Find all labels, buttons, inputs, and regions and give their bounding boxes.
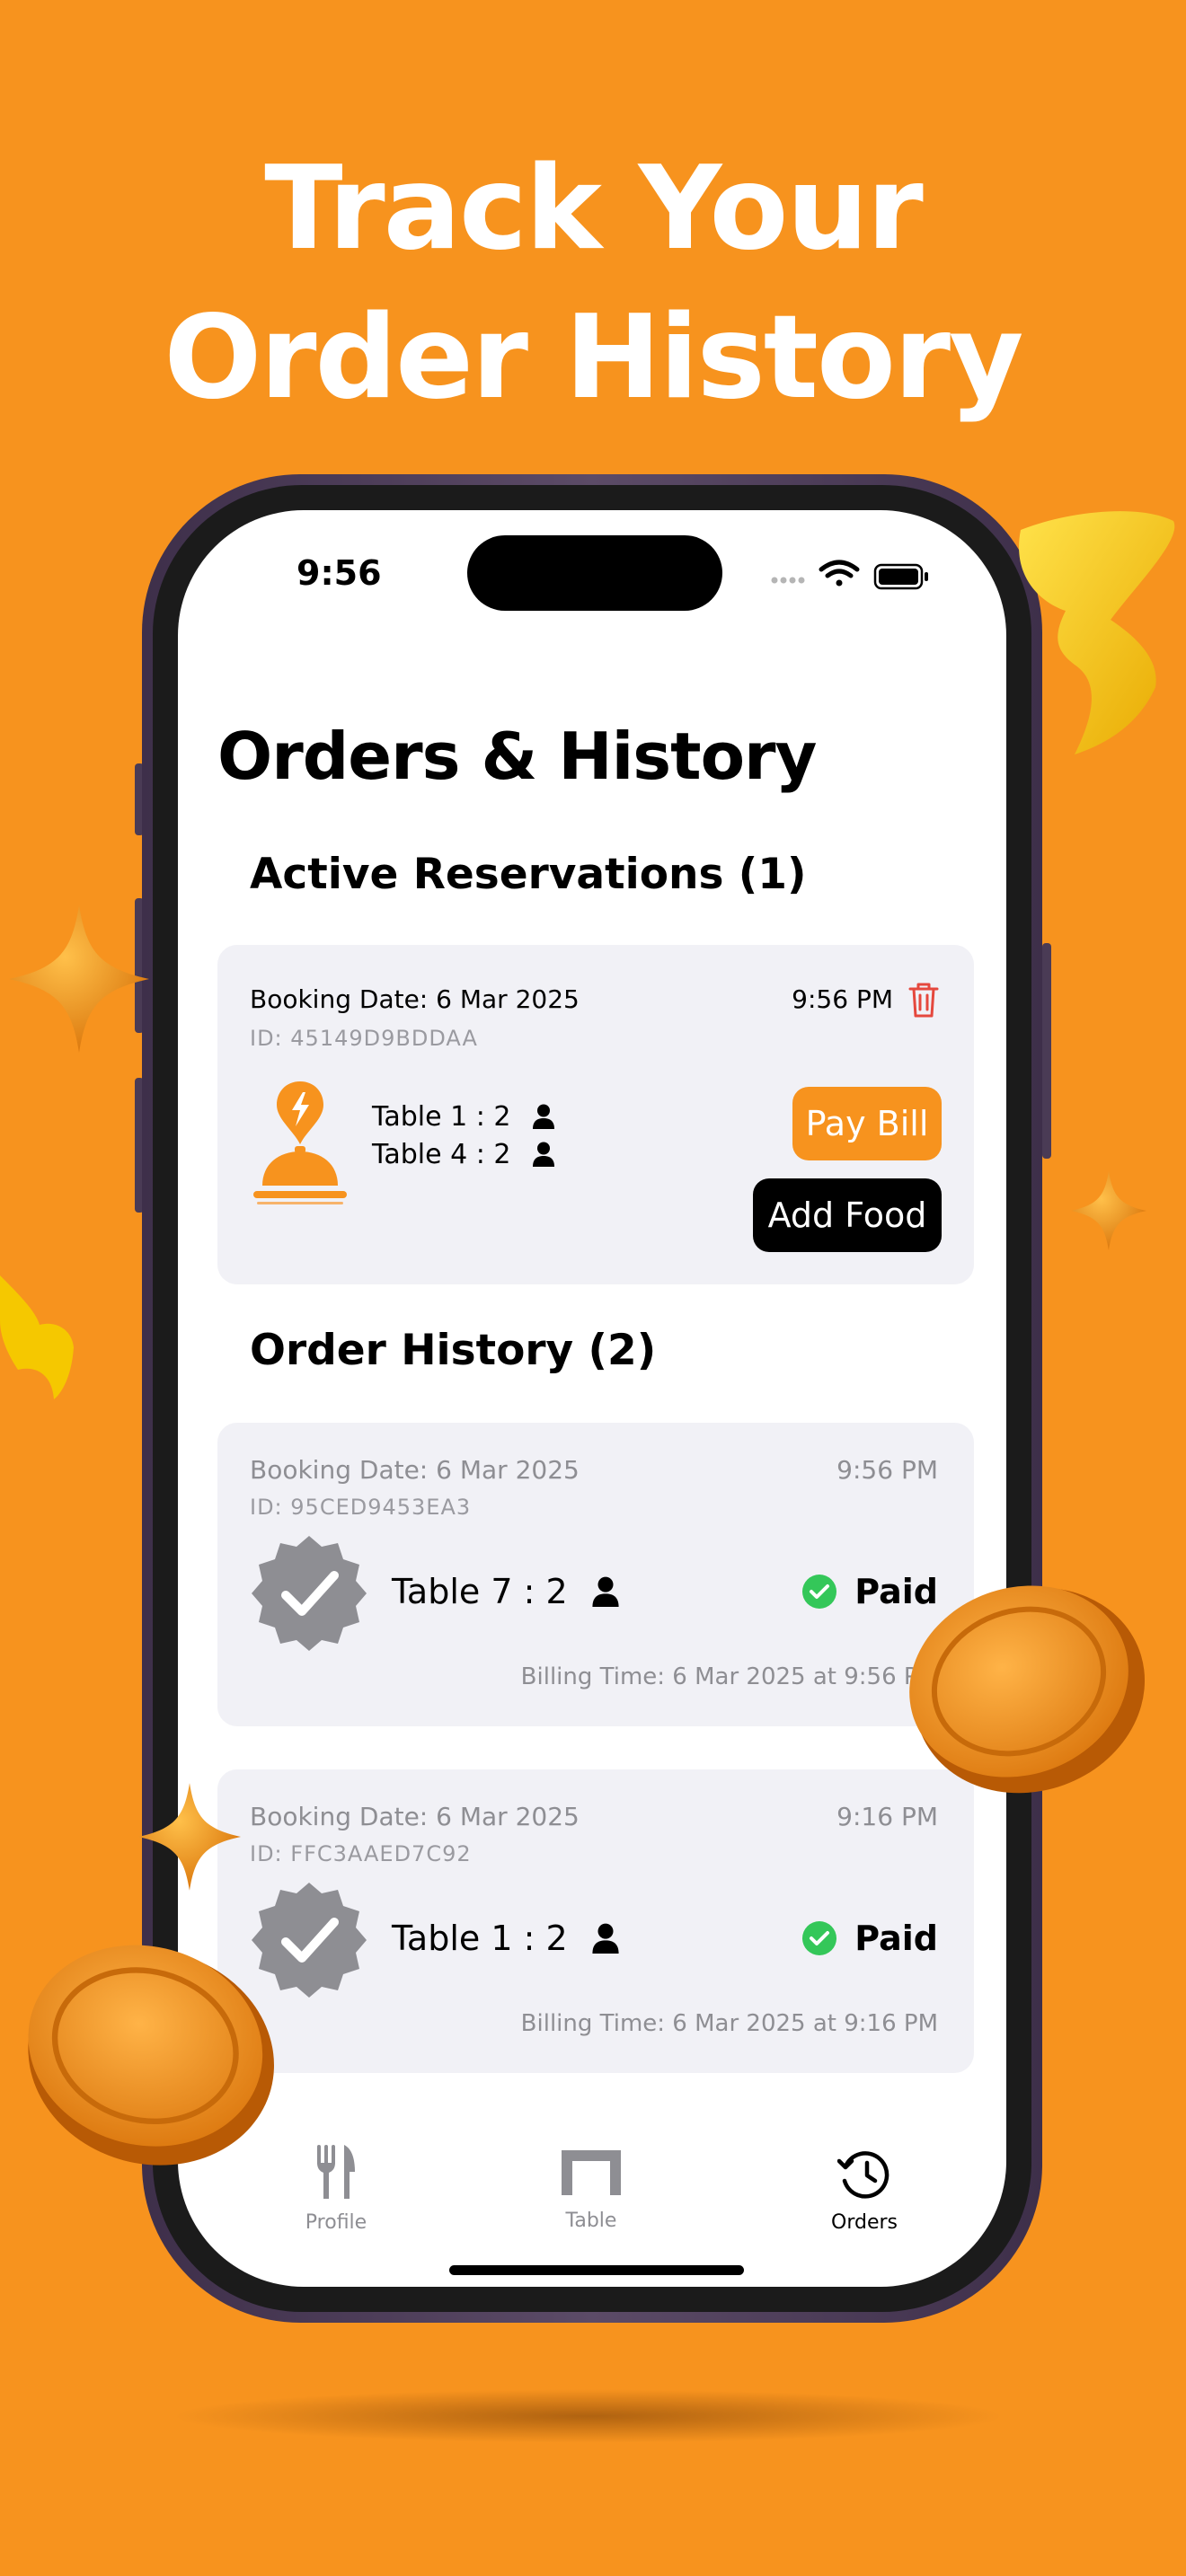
sparkle-decoration-icon bbox=[9, 905, 149, 1056]
table-label: Table 1 : 2 bbox=[392, 1919, 568, 1958]
table-row: Table 1 : 2 bbox=[372, 1098, 555, 1135]
booking-date: Booking Date: 6 Mar 2025 bbox=[250, 984, 580, 1014]
home-indicator bbox=[449, 2265, 744, 2275]
checkmark-circle-icon bbox=[802, 1575, 837, 1609]
signal-icon bbox=[771, 577, 805, 584]
order-history-title: Order History (2) bbox=[250, 1326, 657, 1375]
headline: Track Your Order History bbox=[0, 135, 1186, 433]
battery-icon bbox=[873, 563, 928, 590]
order-table: Table 7 : 2 bbox=[392, 1572, 620, 1611]
table-label: Table 1 : 2 bbox=[372, 1100, 511, 1133]
verified-badge-icon bbox=[250, 1534, 368, 1656]
checkmark-circle-icon bbox=[802, 1921, 837, 1955]
delete-button[interactable] bbox=[907, 981, 940, 1019]
wifi-icon bbox=[819, 560, 860, 587]
status-icons bbox=[771, 557, 987, 596]
order-history-card[interactable]: Booking Date: 6 Mar 2025 ID: 95CED9453EA… bbox=[217, 1423, 974, 1726]
order-history-card[interactable]: Booking Date: 6 Mar 2025 ID: FFC3AAED7C9… bbox=[217, 1769, 974, 2073]
table-label: Table 4 : 2 bbox=[372, 1138, 511, 1170]
booking-date: Booking Date: 6 Mar 2025 bbox=[250, 1802, 580, 1831]
booking-time: 9:56 PM bbox=[792, 984, 893, 1014]
status-time: 9:56 bbox=[296, 553, 382, 593]
headline-line-2: Order History bbox=[164, 291, 1024, 425]
app-screen: 9:56 Orders & History Active Reservation… bbox=[178, 510, 1006, 2287]
booking-date: Booking Date: 6 Mar 2025 bbox=[250, 1455, 580, 1485]
food-service-icon bbox=[253, 1081, 352, 1207]
fork-knife-icon bbox=[317, 2145, 355, 2199]
tab-table[interactable]: Table bbox=[519, 2150, 663, 2232]
pay-bill-button[interactable]: Pay Bill bbox=[792, 1087, 942, 1160]
tab-bar: Profile Table Orders bbox=[178, 2127, 1006, 2287]
trash-icon bbox=[908, 983, 939, 1018]
billing-time: Billing Time: 6 Mar 2025 at 9:16 PM bbox=[520, 2010, 938, 2037]
dynamic-island bbox=[467, 535, 722, 611]
active-reservations-title: Active Reservations (1) bbox=[250, 850, 807, 899]
lightning-decoration-icon bbox=[0, 1257, 75, 1405]
page-title: Orders & History bbox=[217, 719, 817, 794]
person-icon bbox=[592, 1576, 619, 1607]
order-id: ID: FFC3AAED7C92 bbox=[250, 1841, 472, 1866]
tab-orders[interactable]: Orders bbox=[792, 2148, 936, 2234]
clock-history-icon bbox=[836, 2151, 890, 2199]
active-reservation-card[interactable]: Booking Date: 6 Mar 2025 ID: 45149D9BDDA… bbox=[217, 945, 974, 1284]
coin-decoration-icon bbox=[9, 1928, 288, 2179]
headline-line-1: Track Your bbox=[264, 142, 923, 276]
sparkle-decoration-icon bbox=[138, 1782, 241, 1895]
tab-label: Profile bbox=[305, 2211, 367, 2234]
table-icon bbox=[562, 2150, 621, 2195]
tab-label: Table bbox=[565, 2210, 617, 2232]
phone-side-button bbox=[1042, 943, 1051, 1159]
booking-time: 9:56 PM bbox=[836, 1455, 938, 1485]
paid-status: Paid bbox=[802, 1919, 938, 1958]
person-icon bbox=[592, 1923, 619, 1954]
table-row: Table 4 : 2 bbox=[372, 1135, 555, 1173]
status-label: Paid bbox=[854, 1919, 938, 1958]
phone-shadow bbox=[171, 2389, 1006, 2443]
person-icon bbox=[533, 1104, 555, 1129]
table-label: Table 7 : 2 bbox=[392, 1572, 568, 1611]
order-id: ID: 95CED9453EA3 bbox=[250, 1495, 472, 1520]
person-icon bbox=[533, 1142, 555, 1167]
lightning-decoration-icon bbox=[1003, 503, 1186, 758]
tab-label: Orders bbox=[831, 2211, 898, 2234]
add-food-button[interactable]: Add Food bbox=[753, 1178, 942, 1252]
coin-decoration-icon bbox=[895, 1574, 1148, 1811]
order-table: Table 1 : 2 bbox=[392, 1919, 620, 1958]
sparkle-decoration-icon bbox=[1071, 1169, 1146, 1256]
billing-time: Billing Time: 6 Mar 2025 at 9:56 PM bbox=[520, 1663, 938, 1690]
reservation-id: ID: 45149D9BDDAA bbox=[250, 1026, 478, 1051]
reserved-tables: Table 1 : 2 Table 4 : 2 bbox=[372, 1098, 555, 1173]
